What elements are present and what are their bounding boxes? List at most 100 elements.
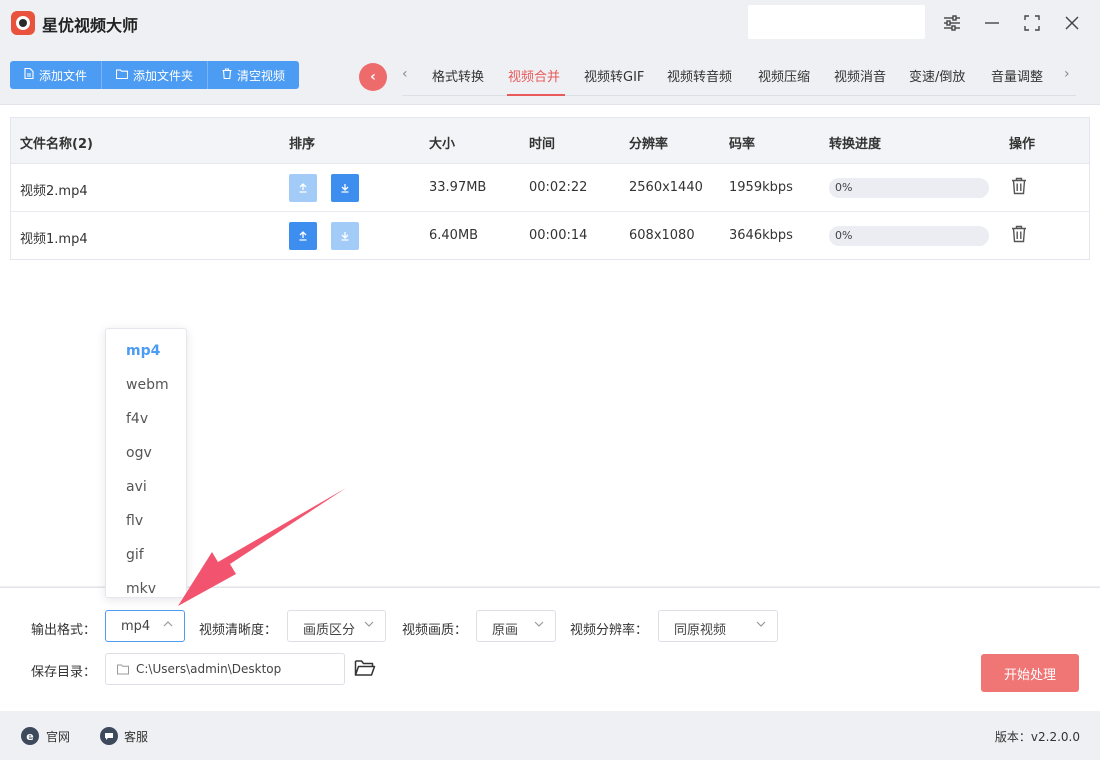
output-format-label: 输出格式： <box>31 623 97 638</box>
chevron-down-icon <box>363 618 375 633</box>
table-row[interactable]: 视频2.mp4 33.97MB 00:02:22 2560x1440 1959k… <box>11 164 1089 212</box>
file-table: 文件名称(2) 排序 大小 时间 分辨率 码率 转换进度 操作 视频2.mp4 … <box>10 117 1090 260</box>
tabs-scroll-left-icon[interactable]: ‹ <box>402 66 408 82</box>
tab-video-compress[interactable]: 视频压缩 <box>758 66 810 85</box>
file-bitrate: 3646kbps <box>729 228 793 243</box>
back-arrow-button[interactable]: ‹ <box>359 63 387 91</box>
move-down-button[interactable] <box>331 174 359 202</box>
tab-video-merge[interactable]: 视频合并 <box>508 66 560 85</box>
file-size: 6.40MB <box>429 228 479 243</box>
col-header-action: 操作 <box>1009 137 1036 152</box>
progress-text: 0% <box>835 229 853 242</box>
website-icon: e <box>21 727 39 745</box>
version-text: 版本：v2.2.0.0 <box>994 730 1080 744</box>
tab-video-mute[interactable]: 视频消音 <box>834 66 886 85</box>
file-duration: 00:02:22 <box>529 180 588 195</box>
chevron-down-icon <box>533 618 545 633</box>
customer-service-link[interactable]: 客服 <box>124 728 148 745</box>
add-file-label: 添加文件 <box>39 68 88 83</box>
clarity-select[interactable]: 画质区分 <box>287 610 386 642</box>
save-dir-value: C:\Users\admin\Desktop <box>136 662 282 676</box>
clear-videos-button[interactable]: 清空视频 <box>208 61 299 89</box>
table-row[interactable]: 视频1.mp4 6.40MB 00:00:14 608x1080 3646kbp… <box>11 212 1089 260</box>
chevron-up-icon <box>162 618 174 633</box>
tabs-scroll-right-icon[interactable]: › <box>1064 66 1070 82</box>
file-button-group: 添加文件 添加文件夹 清空视频 <box>10 61 300 89</box>
output-settings-panel: 输出格式： mp4 视频清晰度： 画质区分 视频画质： 原画 视频分辨率： 同原… <box>0 587 1100 711</box>
col-header-time: 时间 <box>529 137 556 152</box>
quality-select[interactable]: 原画 <box>476 610 556 642</box>
format-option-mkv[interactable]: mkv <box>126 581 156 597</box>
col-header-sort: 排序 <box>289 137 316 152</box>
save-dir-label: 保存目录： <box>31 665 97 680</box>
conversion-progress-bar: 0% <box>829 226 989 246</box>
add-folder-button[interactable]: 添加文件夹 <box>102 61 209 89</box>
col-header-name: 文件名称(2) <box>20 137 93 152</box>
title-bar: 星优视频大师 <box>0 0 1100 48</box>
format-option-f4v[interactable]: f4v <box>126 411 148 427</box>
tab-format-convert[interactable]: 格式转换 <box>432 66 484 85</box>
delete-row-button[interactable] <box>1009 224 1031 246</box>
quality-value: 原画 <box>492 623 519 638</box>
chat-bubble-icon <box>100 727 118 745</box>
clarity-value: 画质区分 <box>303 623 356 638</box>
file-bitrate: 1959kbps <box>729 180 793 195</box>
trash-icon <box>222 68 232 82</box>
tab-volume-adjust[interactable]: 音量调整 <box>991 66 1043 85</box>
table-header: 文件名称(2) 排序 大小 时间 分辨率 码率 转换进度 操作 <box>11 118 1089 164</box>
app-title: 星优视频大师 <box>42 16 139 35</box>
tab-speed-reverse[interactable]: 变速/倒放 <box>909 66 965 85</box>
function-tabs: ‹ 格式转换 视频合并 视频转GIF 视频转音频 视频压缩 视频消音 变速/倒放… <box>402 60 1076 96</box>
format-option-flv[interactable]: flv <box>126 513 143 529</box>
folder-icon <box>115 68 129 82</box>
status-bar: e 官网 客服 版本：v2.2.0.0 <box>0 711 1100 760</box>
move-down-button[interactable] <box>331 222 359 250</box>
file-size: 33.97MB <box>429 180 487 195</box>
format-option-ogv[interactable]: ogv <box>126 445 152 461</box>
arrow-up-icon <box>299 183 307 193</box>
annotation-arrow <box>178 488 346 606</box>
start-processing-button[interactable]: 开始处理 <box>981 654 1079 692</box>
toolbar: 添加文件 添加文件夹 清空视频 ‹ ‹ 格式转换 视频合并 视频转GIF 视频转… <box>0 48 1100 104</box>
arrow-up-icon <box>299 231 307 241</box>
resolution-select[interactable]: 同原视频 <box>658 610 778 642</box>
file-name: 视频2.mp4 <box>20 184 88 199</box>
file-icon <box>24 67 34 82</box>
save-dir-input[interactable]: C:\Users\admin\Desktop <box>105 653 345 685</box>
file-name: 视频1.mp4 <box>20 232 88 247</box>
move-up-button[interactable] <box>289 174 317 202</box>
settings-sliders-icon[interactable] <box>940 11 964 35</box>
quality-label: 视频画质： <box>402 623 468 638</box>
chevron-left-icon: ‹ <box>370 69 376 85</box>
format-option-avi[interactable]: avi <box>126 479 147 495</box>
file-duration: 00:00:14 <box>529 228 588 243</box>
open-folder-icon <box>354 660 376 676</box>
minimize-icon[interactable] <box>980 11 1004 35</box>
title-search-box[interactable] <box>748 5 925 39</box>
clear-videos-label: 清空视频 <box>237 68 286 83</box>
output-format-select[interactable]: mp4 <box>105 610 185 642</box>
conversion-progress-bar: 0% <box>829 178 989 198</box>
col-header-resolution: 分辨率 <box>629 137 669 152</box>
format-option-gif[interactable]: gif <box>126 547 144 563</box>
format-option-webm[interactable]: webm <box>126 377 169 393</box>
move-up-button[interactable] <box>289 222 317 250</box>
maximize-icon[interactable] <box>1020 11 1044 35</box>
delete-row-button[interactable] <box>1009 176 1031 198</box>
tab-video-to-audio[interactable]: 视频转音频 <box>667 66 732 85</box>
browse-folder-button[interactable] <box>354 658 376 678</box>
file-resolution: 608x1080 <box>629 228 695 243</box>
website-link[interactable]: 官网 <box>46 728 70 745</box>
resolution-label: 视频分辨率： <box>570 623 649 638</box>
clarity-label: 视频清晰度： <box>199 623 278 638</box>
col-header-bitrate: 码率 <box>729 137 756 152</box>
format-option-mp4[interactable]: mp4 <box>126 343 160 359</box>
tab-video-to-gif[interactable]: 视频转GIF <box>584 66 644 85</box>
folder-outline-icon <box>117 664 129 675</box>
arrow-down-icon <box>341 232 349 241</box>
add-file-button[interactable]: 添加文件 <box>10 61 103 89</box>
chevron-down-icon <box>755 618 767 633</box>
close-icon[interactable] <box>1060 11 1084 35</box>
trash-icon <box>1012 225 1026 243</box>
arrow-down-icon <box>341 184 349 193</box>
